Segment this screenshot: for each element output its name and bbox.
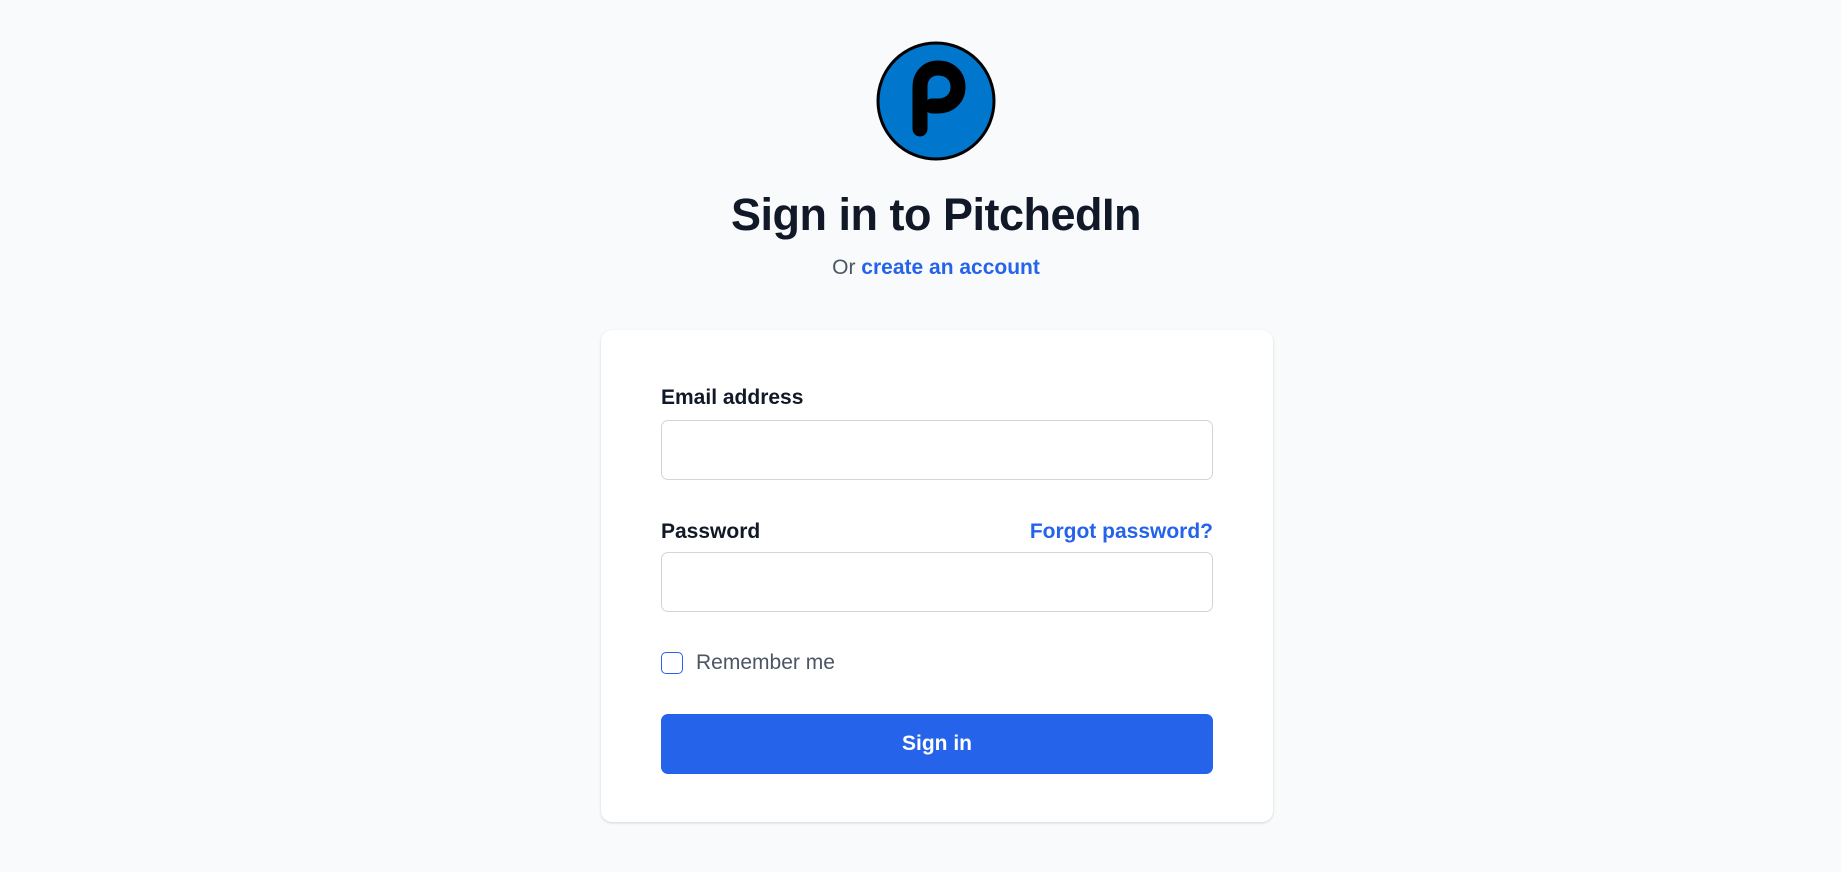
page-subtitle: Or create an account xyxy=(0,256,1841,280)
password-label: Password xyxy=(661,520,761,543)
pitchedin-logo-icon xyxy=(876,41,996,161)
page-title: Sign in to PitchedIn xyxy=(731,189,1142,240)
sign-in-button[interactable]: Sign in xyxy=(661,714,1213,774)
remember-me-label[interactable]: Remember me xyxy=(696,650,835,676)
subtitle-prefix: Or xyxy=(832,256,856,279)
create-account-link[interactable]: create an account xyxy=(861,256,1040,279)
email-label: Email address xyxy=(661,386,804,409)
password-field[interactable] xyxy=(661,552,1213,612)
remember-me-checkbox[interactable] xyxy=(661,652,683,674)
sign-in-card: Email address Password Forgot password? … xyxy=(601,330,1273,822)
logo-svg xyxy=(876,41,996,161)
remember-me-row: Remember me xyxy=(661,650,835,676)
email-field[interactable] xyxy=(661,420,1213,480)
forgot-password-link[interactable]: Forgot password? xyxy=(1030,519,1213,545)
